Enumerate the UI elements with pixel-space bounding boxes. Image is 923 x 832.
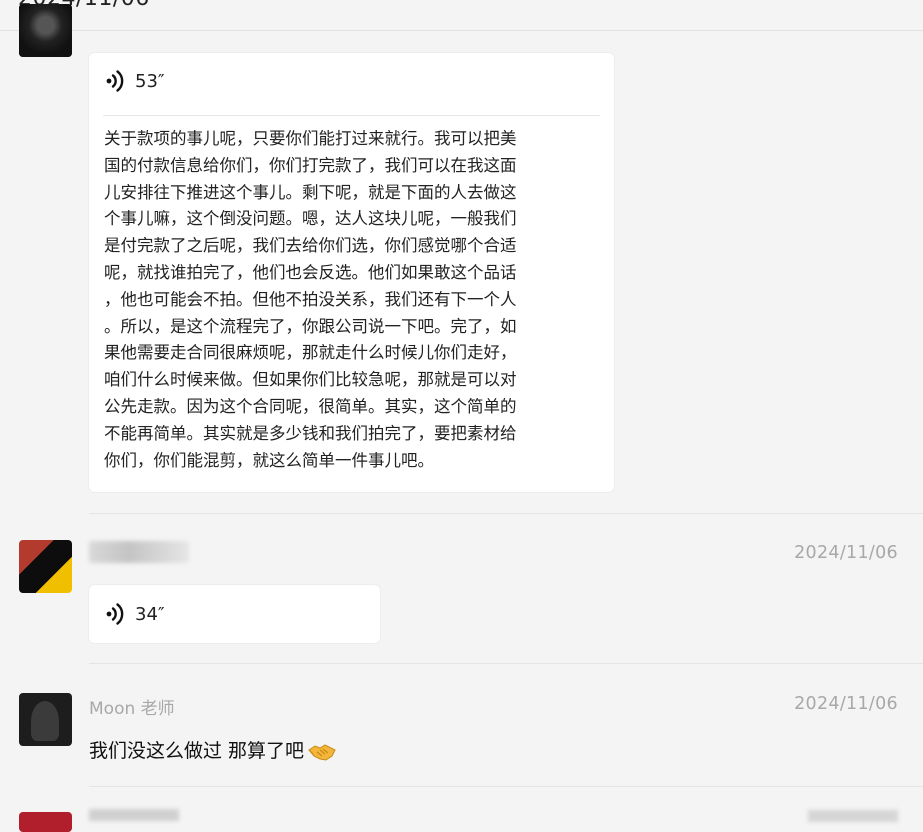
voice-duration: 53″ xyxy=(135,70,165,92)
sender-name: Moon 老师 xyxy=(89,699,175,719)
handshake-emoji-icon xyxy=(308,743,336,761)
voice-player[interactable]: 53″ xyxy=(105,69,165,93)
voice-transcript: 关于款项的事儿呢，只要你们能打过来就行。我可以把美 国的付款信息给你们，你们打完… xyxy=(104,129,517,470)
voice-message-bubble[interactable]: 53″ 关于款项的事儿呢，只要你们能打过来就行。我可以把美 国的付款信息给你们，… xyxy=(89,53,614,492)
sender-name-redacted xyxy=(89,809,179,821)
bubble-divider xyxy=(103,115,600,116)
top-divider xyxy=(0,30,923,31)
voice-message-icon xyxy=(106,70,124,92)
avatar[interactable] xyxy=(19,4,72,57)
message-text-content: 我们没这么做过 那算了吧 xyxy=(89,740,305,762)
message-timestamp: 2024/11/06 xyxy=(794,543,898,563)
voice-message-icon xyxy=(106,603,124,625)
voice-player[interactable]: 34″ xyxy=(105,602,165,626)
message-divider xyxy=(89,786,923,787)
voice-duration: 34″ xyxy=(135,603,165,625)
message-divider xyxy=(89,663,923,664)
message-timestamp: 2024/11/06 xyxy=(794,694,898,714)
message-text[interactable]: 我们没这么做过 那算了吧 xyxy=(89,736,336,763)
voice-message-bubble[interactable]: 34″ xyxy=(89,585,380,643)
message-divider xyxy=(89,513,923,514)
avatar[interactable] xyxy=(19,540,72,593)
avatar[interactable] xyxy=(19,693,72,746)
message-timestamp-redacted xyxy=(808,810,898,822)
sender-name-redacted xyxy=(89,541,189,563)
avatar[interactable] xyxy=(19,812,72,832)
